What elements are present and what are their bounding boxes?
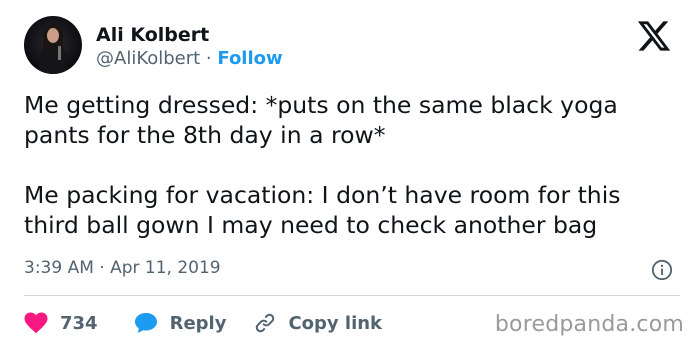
like-count: 734 — [60, 312, 98, 334]
avatar-microphone — [58, 46, 61, 60]
like-button[interactable]: 734 — [24, 312, 98, 334]
copy-link-label: Copy link — [288, 312, 383, 334]
action-bar: 734 Reply Copy link — [24, 310, 382, 336]
reply-label: Reply — [169, 312, 227, 334]
avatar-body — [40, 46, 66, 74]
tweet-text-line: Me packing for vacation: I don’t have ro… — [24, 181, 621, 209]
tweet-text-line: third ball gown I may need to check anot… — [24, 211, 598, 239]
author-handle-line: @AliKolbert · Follow — [96, 48, 283, 69]
tweet-card: Ali Kolbert @AliKolbert · Follow Me gett… — [0, 0, 700, 348]
info-icon[interactable] — [651, 259, 673, 281]
divider — [24, 295, 680, 296]
tweet-text-line: pants for the 8th day in a row* — [24, 121, 386, 149]
follow-button[interactable]: Follow — [217, 48, 282, 69]
avatar[interactable] — [24, 16, 82, 74]
speech-bubble-icon — [134, 313, 157, 333]
copy-link-button[interactable]: Copy link — [254, 312, 382, 334]
tweet-text-line: Me getting dressed: *puts on the same bl… — [24, 91, 618, 119]
link-icon — [256, 313, 275, 333]
author-name[interactable]: Ali Kolbert — [96, 24, 209, 46]
tweet-timestamp[interactable]: 3:39 AM · Apr 11, 2019 — [24, 258, 221, 278]
watermark: boredpanda.com — [494, 312, 684, 337]
handle-separator: · — [200, 48, 218, 69]
heart-icon — [24, 312, 48, 334]
author-handle[interactable]: @AliKolbert — [96, 48, 200, 69]
x-logo-icon[interactable] — [636, 18, 672, 54]
tweet-text: Me getting dressed: *puts on the same bl… — [24, 90, 684, 240]
avatar-face — [47, 28, 59, 43]
reply-button[interactable]: Reply — [134, 312, 227, 334]
